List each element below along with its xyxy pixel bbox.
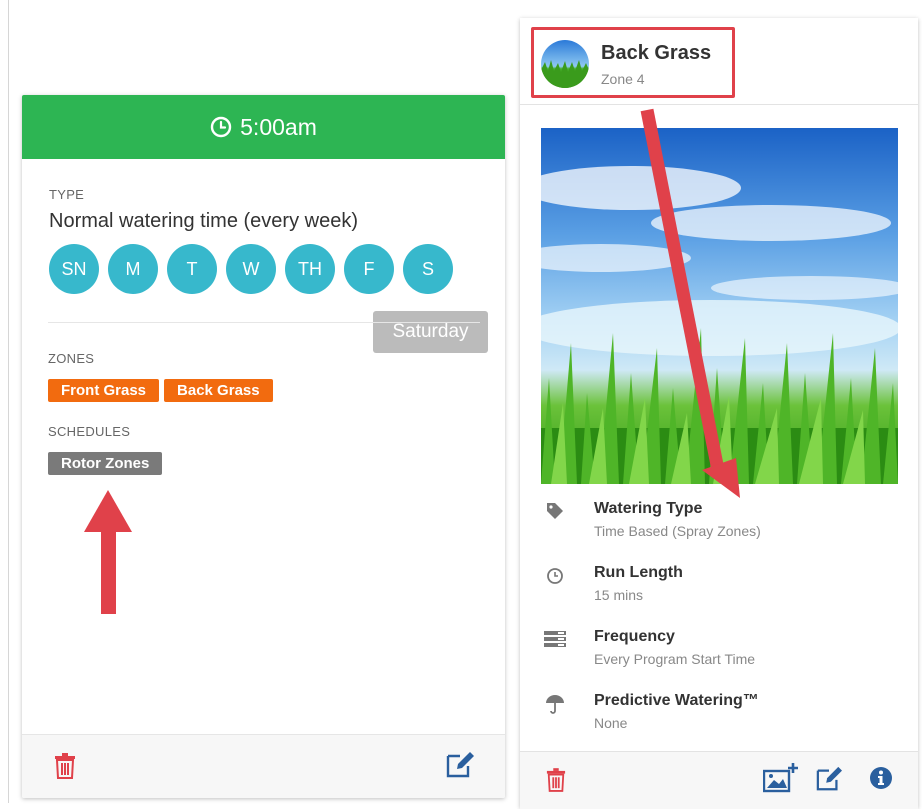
day-friday[interactable]: F: [344, 244, 394, 294]
program-card: 5:00am TYPE Normal watering time (every …: [22, 95, 505, 798]
detail-watering-type: Watering Type Time Based (Spray Zones): [541, 496, 898, 560]
day-thursday[interactable]: TH: [285, 244, 335, 294]
zones-label: ZONES: [48, 351, 95, 366]
schedule-tag-rotor-zones[interactable]: Rotor Zones: [48, 452, 163, 475]
delete-zone-icon[interactable]: [546, 768, 566, 797]
zone-tag-front-grass[interactable]: Front Grass: [48, 379, 160, 402]
edit-program-icon[interactable]: [445, 751, 475, 784]
section-divider: [48, 322, 480, 323]
start-time-header[interactable]: 5:00am: [22, 95, 505, 159]
type-label: TYPE: [49, 187, 85, 202]
info-icon[interactable]: [869, 766, 893, 795]
edit-zone-icon[interactable]: [815, 766, 843, 797]
detail-title: Watering Type: [594, 500, 703, 517]
annotation-highlight-box: [531, 27, 735, 98]
program-card-footer: [22, 734, 505, 798]
detail-value: Time Based (Spray Zones): [594, 523, 761, 539]
detail-frequency: Frequency Every Program Start Time: [541, 624, 898, 688]
schedules-label: SCHEDULES: [48, 424, 131, 439]
zone-card: Back Grass Zone 4 Watering Type Time Bas…: [520, 18, 918, 809]
day-tuesday[interactable]: T: [167, 244, 217, 294]
zone-tags: Front Grass Back Grass: [48, 379, 278, 402]
weekday-selector: SN M T W TH F S: [49, 244, 478, 294]
start-time-text: 5:00am: [240, 113, 317, 140]
detail-value: None: [594, 715, 628, 731]
delete-program-icon[interactable]: [54, 753, 76, 784]
schedule-tags: Rotor Zones: [48, 452, 167, 475]
clock-icon: [541, 566, 569, 584]
detail-title: Predictive Watering™: [594, 692, 759, 709]
detail-value: Every Program Start Time: [594, 651, 756, 667]
type-value: Normal watering time (every week): [49, 210, 358, 232]
detail-title: Frequency: [594, 628, 675, 645]
zone-tag-back-grass[interactable]: Back Grass: [164, 379, 273, 402]
umbrella-icon: [541, 694, 569, 714]
zone-card-footer: [520, 751, 918, 809]
detail-run-length: Run Length 15 mins: [541, 560, 898, 624]
detail-value: 15 mins: [594, 587, 644, 603]
day-monday[interactable]: M: [108, 244, 158, 294]
zone-photo: [541, 128, 898, 484]
detail-title: Run Length: [594, 564, 683, 581]
zone-card-header: Back Grass Zone 4: [520, 18, 918, 105]
clock-icon: [210, 116, 232, 138]
day-tooltip: Saturday: [373, 311, 488, 353]
day-wednesday[interactable]: W: [226, 244, 276, 294]
zone-details-list: Watering Type Time Based (Spray Zones) R…: [541, 496, 898, 752]
day-sunday[interactable]: SN: [49, 244, 99, 294]
day-saturday[interactable]: S: [403, 244, 453, 294]
list-icon: [541, 630, 569, 648]
add-photo-icon[interactable]: [762, 762, 799, 799]
window-edge-rule: [8, 0, 9, 803]
tag-icon: [541, 502, 569, 520]
detail-predictive-watering: Predictive Watering™ None: [541, 688, 898, 752]
